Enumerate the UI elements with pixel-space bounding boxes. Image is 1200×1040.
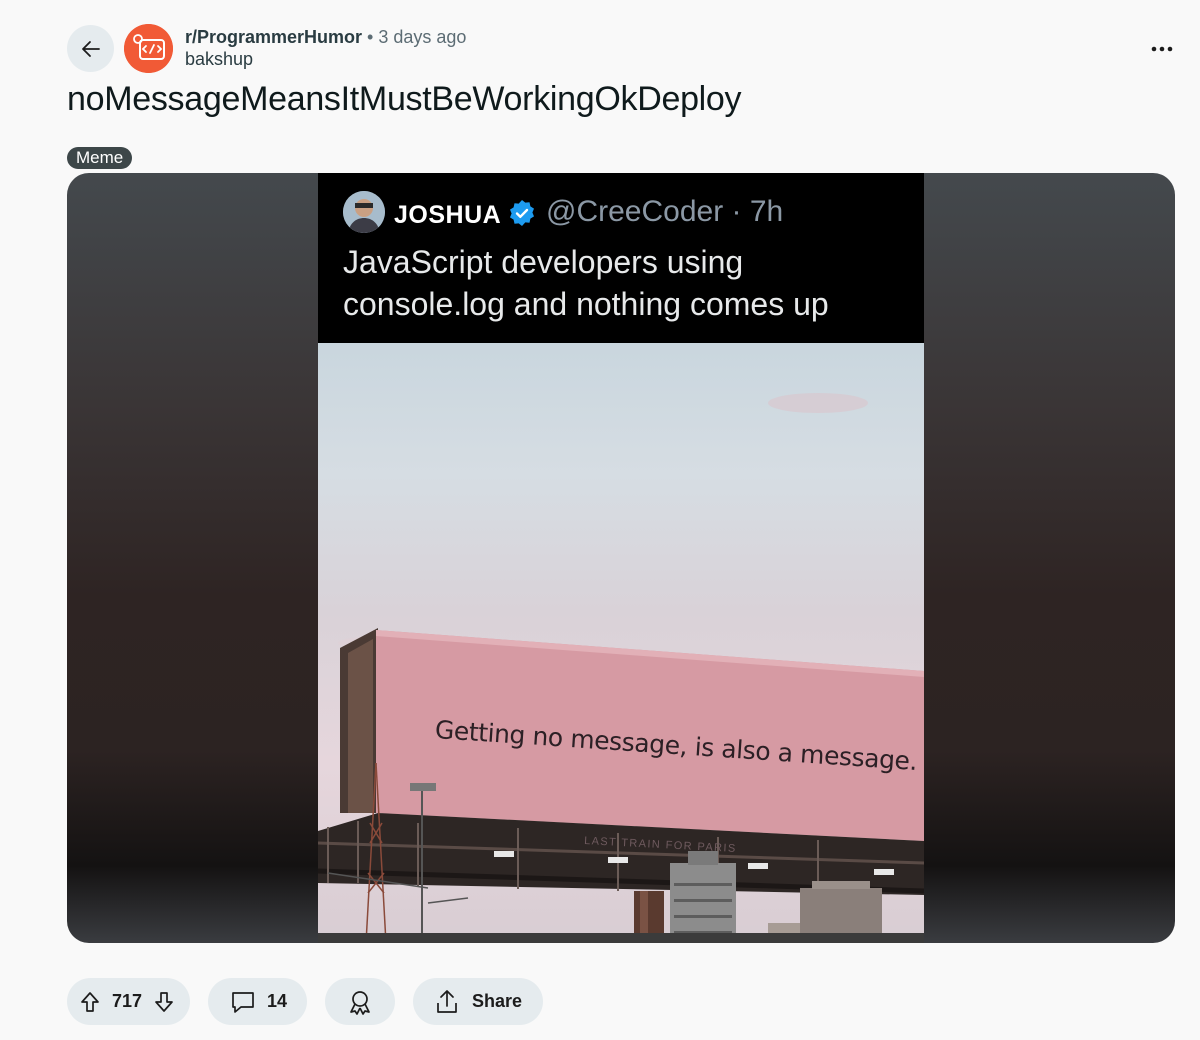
post-page: r/ProgrammerHumor • 3 days ago bakshup noM…: [0, 0, 1200, 1040]
post-meta: r/ProgrammerHumor • 3 days ago bakshup: [185, 26, 466, 70]
back-button[interactable]: [67, 25, 114, 72]
award-button[interactable]: [325, 978, 395, 1025]
vote-control: 717: [67, 978, 190, 1025]
subreddit-logo-icon: [124, 24, 173, 73]
verified-badge-icon: [508, 199, 536, 227]
billboard-photo: Getting no message, is also a message. L…: [318, 343, 924, 943]
post-flair[interactable]: Meme: [67, 147, 133, 169]
subreddit-avatar[interactable]: [124, 24, 173, 73]
post-time: 3 days ago: [378, 27, 467, 47]
subreddit-name[interactable]: r/ProgrammerHumor: [185, 27, 362, 47]
meme-image: JOSHUA @CreeCoder · 7h JavaScript develo…: [318, 173, 924, 943]
comment-bubble-icon: [229, 988, 257, 1016]
tweet-text: JavaScript developers using console.log …: [343, 244, 829, 322]
share-upload-icon: [433, 988, 461, 1016]
post-title[interactable]: noMessageMeansItMustBeWorkingOkDeploy: [67, 80, 742, 119]
vote-count: 717: [112, 991, 143, 1011]
award-ribbon-icon: [346, 988, 374, 1016]
more-horizontal-icon: [1151, 46, 1173, 52]
arrow-up-icon[interactable]: [78, 990, 102, 1014]
more-options-button[interactable]: [1140, 34, 1184, 64]
share-label: Share: [472, 991, 523, 1011]
meta-separator: •: [367, 27, 374, 47]
comments-button[interactable]: 14: [208, 978, 307, 1025]
tweet-author-name: JOSHUA: [394, 201, 502, 229]
tweet-avatar: [343, 191, 385, 233]
post-media[interactable]: JOSHUA @CreeCoder · 7h JavaScript develo…: [67, 173, 1175, 943]
share-button[interactable]: Share: [413, 978, 543, 1025]
arrow-down-icon[interactable]: [152, 990, 176, 1014]
arrow-left-icon: [79, 37, 103, 61]
post-author[interactable]: bakshup: [185, 48, 466, 70]
comment-count: 14: [267, 991, 288, 1011]
tweet-header: JOSHUA @CreeCoder · 7h JavaScript develo…: [318, 173, 924, 343]
tweet-handle: @CreeCoder · 7h: [546, 195, 784, 228]
